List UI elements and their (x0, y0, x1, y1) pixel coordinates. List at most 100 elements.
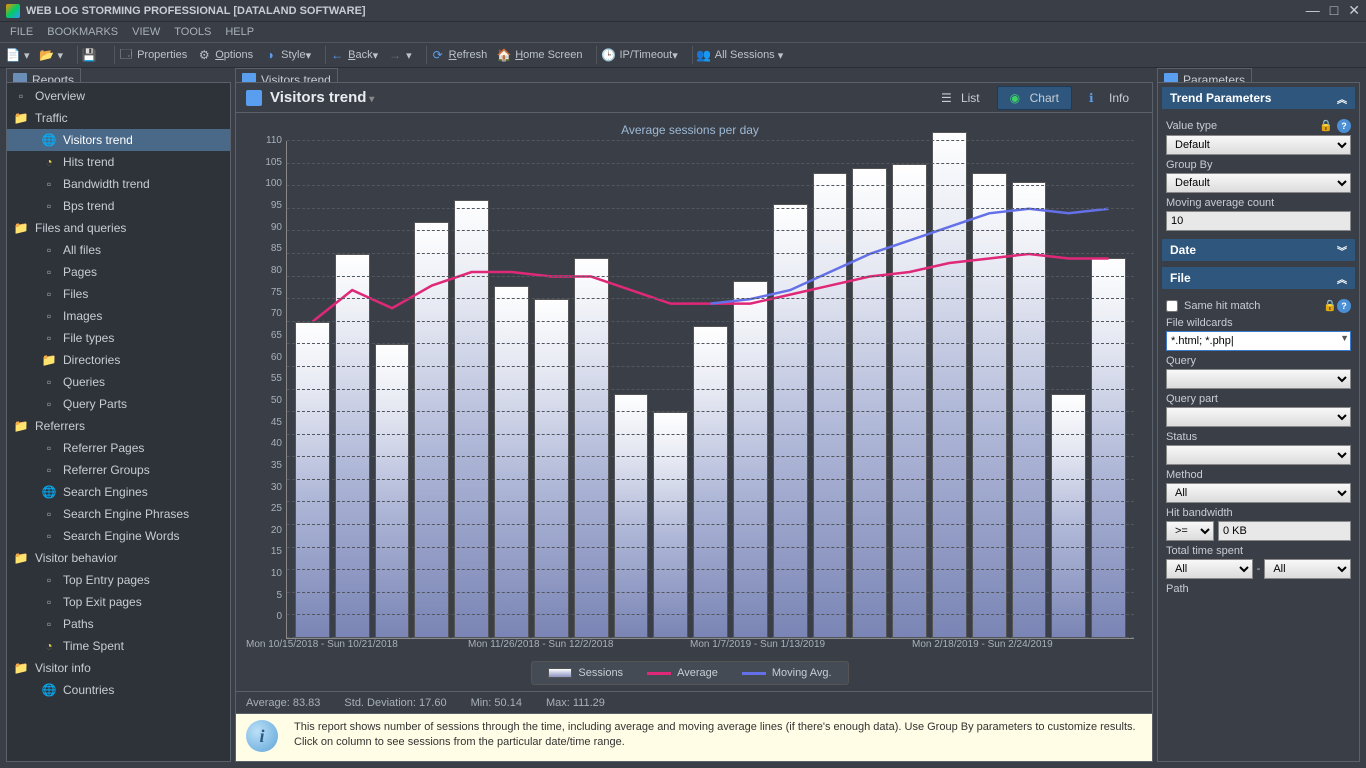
tree-item-bps-trend[interactable]: ▫Bps trend (7, 195, 230, 217)
group-by-select[interactable]: Default (1166, 173, 1351, 193)
tree-item-visitor-info[interactable]: 📁Visitor info (7, 657, 230, 679)
tree-item-referrers[interactable]: 📁Referrers (7, 415, 230, 437)
query-select[interactable] (1166, 369, 1351, 389)
open-button[interactable]: 📂▾ (40, 48, 64, 62)
forward-button[interactable]: →▾ (388, 48, 412, 62)
section-file: File Same hit match 🔒? File wildcards ▼ … (1162, 267, 1355, 599)
tree-item-top-entry-pages[interactable]: ▫Top Entry pages (7, 569, 230, 591)
tree-item-search-engines[interactable]: 🌐Search Engines (7, 481, 230, 503)
bar-17[interactable] (972, 173, 1007, 638)
tree-item-time-spent[interactable]: ◔Time Spent (7, 635, 230, 657)
lock-icon[interactable]: 🔒 (1319, 119, 1333, 133)
bar-7[interactable] (574, 258, 609, 638)
minimize-button[interactable]: — (1306, 2, 1320, 19)
tree-item-bandwidth-trend[interactable]: ▫Bandwidth trend (7, 173, 230, 195)
tts-from-select[interactable]: All (1166, 559, 1253, 579)
bar-11[interactable] (733, 281, 768, 638)
info-text: This report shows number of sessions thr… (294, 720, 1142, 750)
section-date-header[interactable]: Date (1162, 239, 1355, 261)
menu-file[interactable]: FILE (10, 26, 33, 38)
value-type-select[interactable]: Default (1166, 135, 1351, 155)
home-button[interactable]: 🏠Home Screen (497, 48, 582, 62)
bar-5[interactable] (494, 286, 529, 638)
tree-item-hits-trend[interactable]: ◔Hits trend (7, 151, 230, 173)
tree-item-queries[interactable]: ▫Queries (7, 371, 230, 393)
bar-4[interactable] (454, 200, 489, 638)
tree-item-search-engine-words[interactable]: ▫Search Engine Words (7, 525, 230, 547)
tree-item-visitor-behavior[interactable]: 📁Visitor behavior (7, 547, 230, 569)
close-button[interactable]: ✕ (1348, 2, 1360, 19)
options-button[interactable]: ⚙Options (197, 48, 253, 62)
bar-6[interactable] (534, 299, 569, 638)
chart-plot[interactable] (286, 141, 1134, 639)
bar-9[interactable] (653, 412, 688, 638)
save-button[interactable]: 💾 (82, 48, 100, 62)
bar-8[interactable] (614, 394, 649, 638)
tree-item-file-types[interactable]: ▫File types (7, 327, 230, 349)
bar-12[interactable] (773, 204, 808, 638)
back-arrow-icon: ← (330, 48, 344, 62)
tree-item-directories[interactable]: 📁Directories (7, 349, 230, 371)
back-button[interactable]: ←Back ▾ (330, 48, 378, 62)
report-title[interactable]: Visitors trend (270, 89, 924, 106)
tree-item-referrer-pages[interactable]: ▫Referrer Pages (7, 437, 230, 459)
new-button[interactable]: 📄▾ (6, 48, 30, 62)
tree-item-visitors-trend[interactable]: 🌐Visitors trend (7, 129, 230, 151)
file-wildcards-input[interactable] (1166, 331, 1351, 351)
bar-19[interactable] (1051, 394, 1086, 638)
stat-average: Average: 83.83 (246, 697, 320, 709)
view-list-button[interactable]: ☰List (928, 86, 993, 110)
tree-item-label: Directories (63, 353, 120, 367)
tree-item-traffic[interactable]: 📁Traffic (7, 107, 230, 129)
tree-item-search-engine-phrases[interactable]: ▫Search Engine Phrases (7, 503, 230, 525)
status-select[interactable] (1166, 445, 1351, 465)
tree-item-all-files[interactable]: ▫All files (7, 239, 230, 261)
all-sessions-button[interactable]: 👥All Sessions ▾ (697, 48, 784, 62)
hitbw-op-select[interactable]: >= (1166, 521, 1214, 541)
menu-view[interactable]: VIEW (132, 26, 160, 38)
method-select[interactable]: All (1166, 483, 1351, 503)
tree-item-top-exit-pages[interactable]: ▫Top Exit pages (7, 591, 230, 613)
section-file-header[interactable]: File (1162, 267, 1355, 289)
view-info-button[interactable]: ℹInfo (1076, 86, 1142, 110)
same-hit-checkbox[interactable] (1166, 300, 1178, 312)
style-button[interactable]: ◑Style ▾ (263, 48, 311, 62)
tree-item-files-and-queries[interactable]: 📁Files and queries (7, 217, 230, 239)
tree-item-pages[interactable]: ▫Pages (7, 261, 230, 283)
help-icon[interactable]: ? (1337, 119, 1351, 133)
menu-bookmarks[interactable]: BOOKMARKS (47, 26, 118, 38)
section-trend-header[interactable]: Trend Parameters (1162, 87, 1355, 109)
bar-15[interactable] (892, 164, 927, 638)
tree-item-label: Pages (63, 265, 97, 279)
bar-13[interactable] (813, 173, 848, 638)
query-part-select[interactable] (1166, 407, 1351, 427)
tree-item-countries[interactable]: 🌐Countries (7, 679, 230, 701)
menu-help[interactable]: HELP (225, 26, 254, 38)
open-folder-icon: 📂 (40, 48, 54, 62)
help-icon[interactable]: ? (1337, 299, 1351, 313)
tts-to-select[interactable]: All (1264, 559, 1351, 579)
tree-item-referrer-groups[interactable]: ▫Referrer Groups (7, 459, 230, 481)
bar-1[interactable] (335, 254, 370, 638)
view-chart-button[interactable]: ◉Chart (997, 86, 1072, 110)
properties-button[interactable]: 🗔Properties (119, 48, 187, 62)
tree-item-images[interactable]: ▫Images (7, 305, 230, 327)
moving-avg-input[interactable] (1166, 211, 1351, 231)
x-tick-1: Mon 11/26/2018 - Sun 12/2/2018 (468, 639, 613, 650)
tree-item-query-parts[interactable]: ▫Query Parts (7, 393, 230, 415)
reports-tree[interactable]: ▫Overview📁Traffic🌐Visitors trend◔Hits tr… (7, 83, 230, 761)
tree-item-paths[interactable]: ▫Paths (7, 613, 230, 635)
hitbw-value-input[interactable] (1218, 521, 1351, 541)
bar-3[interactable] (414, 222, 449, 638)
lock-icon[interactable]: 🔒 (1323, 300, 1337, 312)
tree-item-files[interactable]: ▫Files (7, 283, 230, 305)
chart-area: Average sessions per day 110105100959085… (236, 113, 1152, 691)
tree-item-overview[interactable]: ▫Overview (7, 85, 230, 107)
refresh-button[interactable]: ⟳Refresh (431, 48, 488, 62)
bar-20[interactable] (1091, 258, 1126, 638)
ip-timeout-button[interactable]: 🕒IP/Timeout ▾ (601, 48, 677, 62)
window-title: WEB LOG STORMING PROFESSIONAL [DATALAND … (26, 5, 1296, 17)
menu-tools[interactable]: TOOLS (174, 26, 211, 38)
maximize-button[interactable]: □ (1330, 2, 1338, 19)
bar-14[interactable] (852, 168, 887, 638)
